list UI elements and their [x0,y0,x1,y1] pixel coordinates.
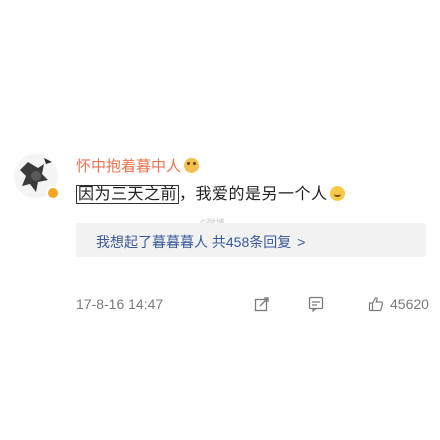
username-text[interactable]: 怀中抱着暮中人 [76,158,181,175]
comment-meta-bar: 17-8-16 14:47 45620 [76,296,429,316]
comment-text-rest: ，我爱的是另一个人 [179,186,328,203]
thumbs-up-icon[interactable] [368,296,384,312]
share-icon[interactable] [254,296,270,312]
reply-summary-box[interactable]: 我想起了暮暮暮人 共458条回复 > [76,223,426,257]
comment-text: 因为三天之前 ，我爱的是另一个人 [76,180,345,204]
like-count: 45620 [390,296,429,312]
comment-timestamp: 17-8-16 14:47 [76,296,164,312]
comment-icon[interactable] [308,296,324,312]
verified-badge-icon [46,186,60,200]
smiley-emoji-icon [329,186,345,201]
chevron-right-icon: > [297,234,306,250]
emoji-icon [184,158,200,173]
reply-summary-link[interactable]: 我想起了暮暮暮人 共458条回复 > [96,232,305,252]
weibo-comment-page: 怀中抱着暮中人 因为三天之前，我爱的是另一个人 ©微博 我想起了暮暮暮人 共45… [0,0,440,440]
comment-text-boxed: 因为三天之前 [76,185,180,204]
reply-summary-text[interactable]: 我想起了暮暮暮人 共458条回复 [96,234,291,250]
comment-username[interactable]: 怀中抱着暮中人 [76,155,200,176]
